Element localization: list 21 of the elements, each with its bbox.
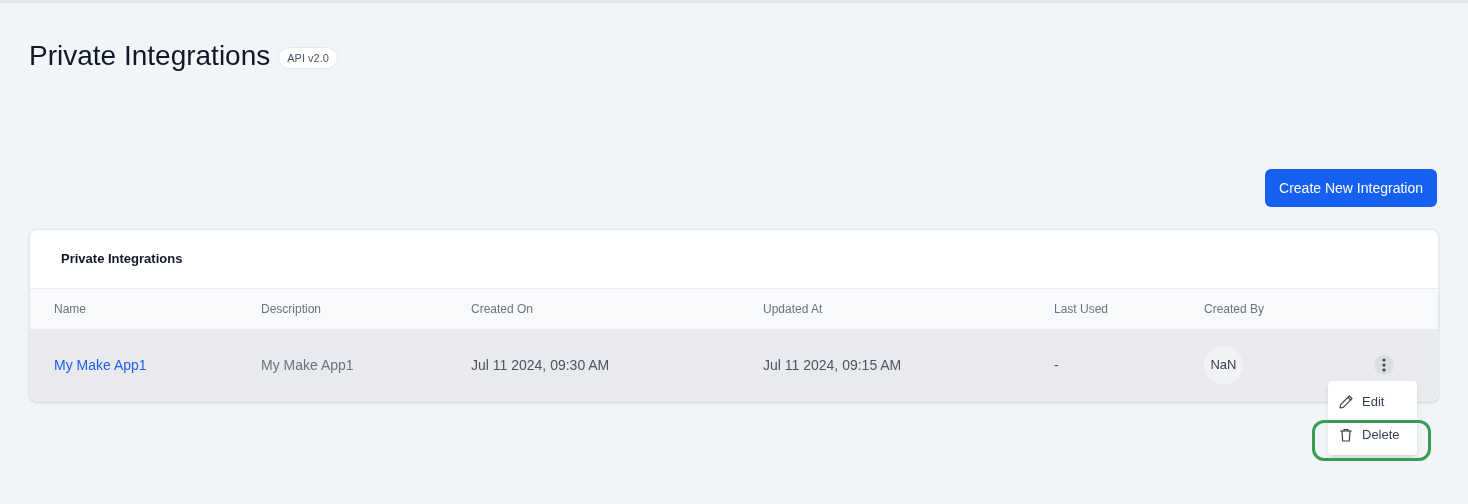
table-cell-text: My Make App1 <box>261 355 355 375</box>
table-cell-text: - <box>1054 355 1060 375</box>
column-header: Updated At <box>763 301 824 318</box>
more-options-button[interactable] <box>1374 355 1394 375</box>
column-header: Name <box>54 301 87 318</box>
version-badge: API v2.0 <box>278 46 338 70</box>
column-header: Created By <box>1204 301 1266 318</box>
column-header: Created On <box>471 301 535 318</box>
column-header: Last Used <box>1054 301 1110 318</box>
table-cell-text: Jul 11 2024, 09:15 AM <box>763 355 903 375</box>
user-avatar: NaN <box>1204 345 1243 385</box>
page-title: Private Integrations <box>29 39 271 73</box>
trash-icon <box>1338 426 1354 443</box>
card-title: Private Integrations <box>61 250 183 269</box>
more-vertical-icon <box>1382 358 1386 372</box>
pencil-icon <box>1338 393 1354 410</box>
create-integration-button[interactable]: Create New Integration <box>1265 169 1437 207</box>
menu-item[interactable]: Delete <box>1328 418 1417 451</box>
integration-link[interactable]: My Make App1 <box>54 354 261 376</box>
column-header: Description <box>261 301 323 318</box>
table-cell-text: Jul 11 2024, 09:30 AM <box>471 355 611 375</box>
